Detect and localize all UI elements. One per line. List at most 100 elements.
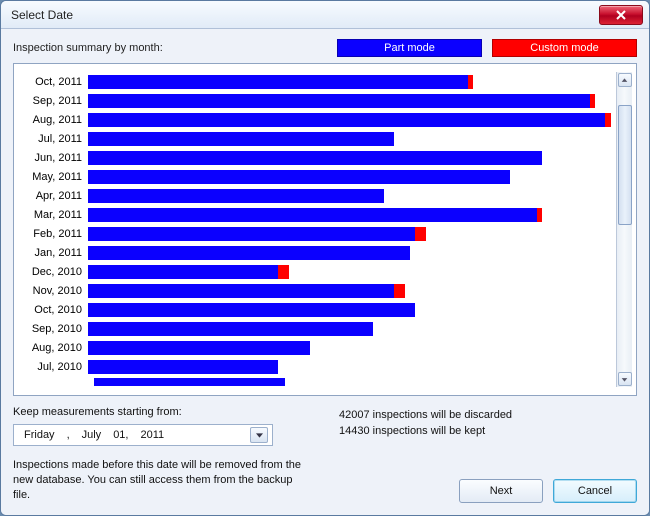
chart-bar-track [88, 322, 616, 336]
chart-bar-row: Apr, 2011 [18, 186, 616, 205]
info-text: Inspections made before this date will b… [13, 452, 311, 503]
chart-bar-track [88, 94, 616, 108]
date-picker-dropdown-button[interactable] [250, 427, 268, 443]
date-weekday: Friday [24, 429, 55, 441]
chart-bar-row: Oct, 2011 [18, 72, 616, 91]
chart-bar-track [88, 189, 616, 203]
date-picker[interactable]: Friday , July 01, 2011 [13, 424, 273, 446]
chart-bar-part [88, 189, 384, 203]
chart-bar-label: Apr, 2011 [18, 190, 88, 202]
chart-bar-part [88, 322, 373, 336]
chart-bar-part [88, 303, 415, 317]
chart-bar-label: Nov, 2010 [18, 285, 88, 297]
date-sep: , [67, 429, 70, 441]
status-text: 42007 inspections will be discarded 1443… [339, 406, 637, 446]
chart-bar-custom [415, 227, 426, 241]
chart-bar-label: Aug, 2011 [18, 114, 88, 126]
chart-bar-part [88, 227, 415, 241]
chevron-down-icon [621, 376, 628, 383]
chart-bar-row: Sep, 2010 [18, 319, 616, 338]
chart-bar-track [88, 341, 616, 355]
part-mode-button[interactable]: Part mode [337, 39, 482, 57]
chart-scrollbar[interactable] [616, 72, 632, 387]
scroll-up-button[interactable] [618, 73, 632, 87]
close-button[interactable] [599, 5, 643, 25]
scroll-down-button[interactable] [618, 372, 632, 386]
chart-bar-part [88, 246, 410, 260]
chart-bar-row: Sep, 2011 [18, 91, 616, 110]
date-day: 01, [113, 429, 128, 441]
chart-bar-track [88, 132, 616, 146]
chart-bar-row: May, 2011 [18, 167, 616, 186]
chart-bar-row: Dec, 2010 [18, 262, 616, 281]
chart-bar-part [88, 151, 542, 165]
chart-bar-row: Feb, 2011 [18, 224, 616, 243]
date-month: July [82, 429, 102, 441]
titlebar: Select Date [1, 1, 649, 29]
chart-bar-label: Feb, 2011 [18, 228, 88, 240]
chart-bar-label: Dec, 2010 [18, 266, 88, 278]
chart-bar-row: Mar, 2011 [18, 205, 616, 224]
chart-bar-label: Sep, 2011 [18, 95, 88, 107]
chart-bar-track [88, 151, 616, 165]
date-picker-text: Friday , July 01, 2011 [24, 429, 164, 441]
chart-bar-label: Jul, 2010 [18, 361, 88, 373]
dialog-content: Inspection summary by month: Part mode C… [1, 29, 649, 515]
chart-bar-row: Nov, 2010 [18, 281, 616, 300]
window-title: Select Date [11, 8, 599, 22]
chart-bar-track [88, 360, 616, 374]
chart-bar-track [88, 227, 616, 241]
chart-bar-track [88, 208, 616, 222]
scroll-track[interactable] [618, 87, 632, 372]
chart-bar-label: Jan, 2011 [18, 247, 88, 259]
chart-bar-label: Aug, 2010 [18, 342, 88, 354]
chart-body: Oct, 2011 Sep, 2011 Aug, 2011 Jul, 2011 Jun,… [18, 72, 616, 387]
chart-bar-label: Jul, 2011 [18, 133, 88, 145]
chart-bar-part [88, 113, 605, 127]
date-year: 2011 [140, 429, 164, 441]
chart-bar-track [88, 303, 616, 317]
chart-bar-track [88, 170, 616, 184]
chart-bar-part [88, 132, 394, 146]
chart-bar-track [88, 284, 616, 298]
chart-bar-track [88, 113, 616, 127]
dialog-window: Select Date Inspection summary by month:… [0, 0, 650, 516]
scroll-thumb[interactable] [618, 105, 632, 225]
chevron-down-icon [256, 433, 263, 438]
chart-bar-row: Jan, 2011 [18, 243, 616, 262]
status-kept: 14430 inspections will be kept [339, 424, 637, 439]
chart-bar-custom [468, 75, 473, 89]
chart-bar-track [88, 246, 616, 260]
summary-label: Inspection summary by month: [13, 42, 327, 54]
chart-bar-row: Aug, 2010 [18, 338, 616, 357]
chart-bar-track [88, 265, 616, 279]
chart-bar-label: Oct, 2010 [18, 304, 88, 316]
keep-from-label: Keep measurements starting from: [13, 406, 311, 418]
chart-bar-custom [278, 265, 289, 279]
next-button[interactable]: Next [459, 479, 543, 503]
cancel-button[interactable]: Cancel [553, 479, 637, 503]
chart-bar-part [88, 360, 278, 374]
chart-bar-track [88, 75, 616, 89]
chart-bar-partial [94, 378, 285, 386]
chart-bar-part [88, 341, 310, 355]
chevron-up-icon [621, 77, 628, 84]
chart-bar-custom [605, 113, 610, 127]
chart-bar-row: Jul, 2011 [18, 129, 616, 148]
chart-bar-row: Jun, 2011 [18, 148, 616, 167]
custom-mode-button[interactable]: Custom mode [492, 39, 637, 57]
close-icon [616, 10, 626, 20]
chart-bar-custom [537, 208, 542, 222]
chart-bar-label: Oct, 2011 [18, 76, 88, 88]
chart-bar-label: Mar, 2011 [18, 209, 88, 221]
chart-bar-label: Jun, 2011 [18, 152, 88, 164]
chart-bar-row: Jul, 2010 [18, 357, 616, 376]
chart-bar-custom [590, 94, 595, 108]
status-discarded: 42007 inspections will be discarded [339, 408, 637, 423]
bottom-panel: Keep measurements starting from: Friday … [13, 396, 637, 503]
chart-bar-part [88, 284, 394, 298]
chart-bar-row: Aug, 2011 [18, 110, 616, 129]
chart-bar-part [88, 265, 278, 279]
chart-bar-part [88, 94, 590, 108]
chart-bar-label: May, 2011 [18, 171, 88, 183]
